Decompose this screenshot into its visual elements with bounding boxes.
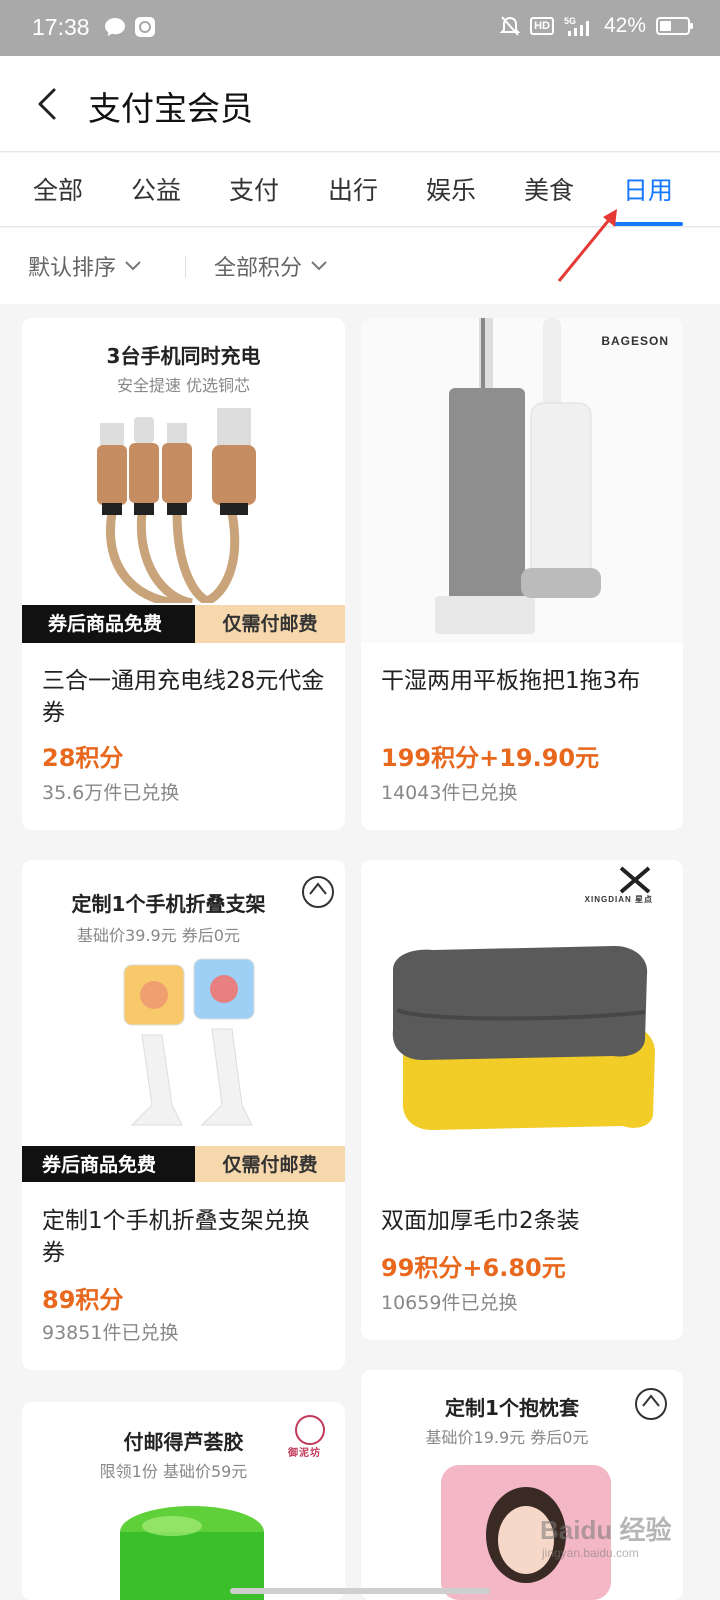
aloe-gel-icon (120, 1506, 264, 1600)
chevron-down-icon (125, 261, 141, 271)
banner-free-label: 券后商品免费 (22, 605, 212, 643)
product-price: 89积分 (42, 1286, 124, 1314)
product-name: 干湿两用平板拖把1拖3布 (381, 668, 641, 694)
points-label: 全部积分 (214, 256, 303, 281)
header: 支付宝会员 (0, 56, 720, 152)
brand-logo-icon (635, 1388, 667, 1420)
product-price: 99积分+6.80元 (381, 1254, 566, 1282)
brand-logo: 御泥坊 (288, 1448, 321, 1459)
svg-text:5G: 5G (564, 16, 576, 26)
chevron-down-icon (311, 261, 327, 271)
battery-icon (656, 17, 693, 35)
promo-subtitle: 基础价19.9元 券后0元 (425, 1428, 589, 1447)
promo-subtitle: 安全提速 优选铜芯 (116, 376, 251, 395)
product-exchanged-count: 93851件已兑换 (42, 1322, 179, 1344)
tab-entertainment[interactable]: 娱乐 (411, 171, 491, 207)
promo-subtitle: 基础价39.9元 券后0元 (77, 926, 240, 945)
product-card[interactable]: XINGDIAN 星点 双面加厚毛巾2条装 99积分+6.80元 10659件已… (361, 860, 683, 1340)
product-image: 3台手机同时充电 安全提速 优选铜芯 券后商品免费 仅需付邮费 (22, 318, 345, 643)
product-name: 三合一通用充电线28元代金券 (42, 668, 325, 726)
tab-travel[interactable]: 出行 (313, 171, 393, 207)
promo-title: 定制1个手机折叠支架 (71, 892, 266, 916)
watermark: Baidu 经验 jingyan.baidu.com (540, 1500, 690, 1570)
product-name: 定制1个手机折叠支架兑换券 (42, 1208, 310, 1266)
tab-payment[interactable]: 支付 (214, 171, 294, 207)
product-card[interactable]: 3台手机同时充电 安全提速 优选铜芯 券后商品免费 仅需付邮费 三合一通用充电线… (22, 318, 345, 830)
points-dropdown[interactable]: 全部积分 (214, 250, 328, 282)
banner-shipping-label: 仅需付邮费 (195, 1146, 345, 1182)
battery-percent: 42% (603, 14, 646, 37)
tab-charity[interactable]: 公益 (116, 171, 196, 207)
app-notification-icon (135, 17, 155, 37)
sort-dropdown[interactable]: 默认排序 (28, 250, 142, 282)
banner-shipping-label: 仅需付邮费 (195, 605, 345, 643)
product-price: 199积分+19.90元 (381, 744, 600, 772)
promo-title: 3台手机同时充电 (106, 344, 261, 368)
back-arrow-icon[interactable] (30, 86, 66, 122)
product-price: 28积分 (42, 744, 124, 772)
tab-food[interactable]: 美食 (509, 171, 589, 207)
towel-icon (392, 945, 655, 1130)
banner-free-label: 券后商品免费 (22, 1146, 212, 1182)
product-image: 付邮得芦荟胶 限领1份 基础价59元 御泥坊 (22, 1402, 345, 1600)
tab-daily-use[interactable]: 日用 (608, 171, 688, 207)
page-title: 支付宝会员 (88, 89, 253, 128)
product-card[interactable]: BAGESON 干湿两用平板拖把1拖3布 199积分+19.90元 14043件… (361, 318, 683, 830)
watermark-main: Baidu 经验 (540, 1515, 672, 1545)
message-icon (105, 18, 125, 36)
sort-label: 默认排序 (28, 256, 117, 281)
product-card[interactable]: 付邮得芦荟胶 限领1份 基础价59元 御泥坊 (22, 1402, 345, 1600)
product-name: 双面加厚毛巾2条装 (381, 1208, 580, 1234)
tab-all[interactable]: 全部 (18, 171, 98, 207)
product-exchanged-count: 35.6万件已兑换 (42, 782, 180, 804)
signal-icon: 5G (564, 16, 589, 36)
product-image: 定制1个手机折叠支架 基础价39.9元 券后0元 券后商品免费 仅需付邮费 (22, 860, 345, 1182)
charging-cable-icon (97, 408, 256, 603)
status-bar: 17:38 HD 5G 42% (0, 0, 720, 56)
mute-icon (500, 16, 521, 36)
product-card[interactable]: 定制1个手机折叠支架 基础价39.9元 券后0元 券后商品免费 仅需付邮费 定制… (22, 860, 345, 1370)
status-time: 17:38 (32, 14, 90, 40)
brand-logo: XINGDIAN 星点 (584, 895, 653, 904)
brand-logo-icon (619, 866, 651, 894)
mop-icon (435, 318, 601, 634)
promo-subtitle: 限领1份 基础价59元 (99, 1462, 248, 1481)
battery-fill (660, 21, 671, 31)
product-image: BAGESON (361, 318, 683, 643)
phone-stand-icon (123, 958, 255, 1126)
annotation-arrow (557, 209, 617, 282)
watermark-sub: jingyan.baidu.com (542, 1546, 639, 1560)
hd-icon: HD (530, 17, 554, 35)
product-exchanged-count: 14043件已兑换 (381, 782, 518, 804)
filter-divider (185, 256, 186, 278)
product-image: XINGDIAN 星点 (361, 860, 683, 1195)
promo-banner: 券后商品免费 仅需付邮费 (22, 1146, 345, 1182)
status-right: HD 5G 42% (500, 14, 693, 38)
product-exchanged-count: 10659件已兑换 (381, 1292, 518, 1314)
promo-banner: 券后商品免费 仅需付邮费 (22, 605, 345, 643)
brand-logo-icon (302, 876, 334, 908)
home-indicator[interactable] (230, 1588, 490, 1594)
